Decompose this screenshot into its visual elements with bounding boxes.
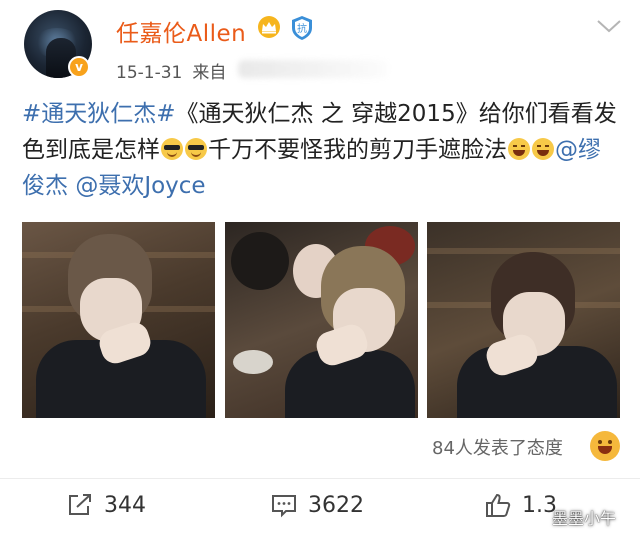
divider — [0, 478, 640, 479]
hashtag-link[interactable]: #通天狄仁杰# — [22, 101, 176, 127]
selfie-photo-3[interactable] — [427, 222, 620, 418]
photo-grid — [22, 222, 622, 418]
post-meta: 15-1-31 来自 — [116, 58, 226, 83]
svg-text:抗: 抗 — [297, 22, 307, 35]
share-button[interactable]: 344 — [66, 492, 146, 518]
share-icon — [69, 494, 91, 515]
laughing-tears-emoji — [532, 138, 554, 160]
reactions-summary[interactable]: 84人发表了态度 — [432, 434, 563, 460]
like-icon — [486, 493, 511, 517]
post-text-part2: 千万不要怪我的剪刀手遮脸法 — [208, 137, 507, 163]
shield-icon: 抗 — [292, 16, 312, 40]
comment-icon — [272, 495, 296, 518]
comment-count: 3622 — [308, 492, 364, 518]
username[interactable]: 任嘉伦Allen — [116, 14, 246, 48]
smiley-icon[interactable] — [590, 431, 620, 461]
watermark: 墨墨小午 — [552, 509, 617, 528]
verified-badge: v — [68, 56, 90, 78]
selfie-photo-2[interactable] — [225, 222, 418, 418]
cool-sunglasses-emoji — [161, 138, 183, 160]
post-timestamp: 15-1-31 — [116, 63, 183, 83]
action-bar: 344 3622 1.3 — [0, 492, 640, 538]
cool-sunglasses-emoji — [185, 138, 207, 160]
mention-link-2[interactable]: @聂欢Joyce — [75, 173, 205, 199]
post-header: v 任嘉伦Allen 抗 15-1-31 来自 — [0, 0, 640, 92]
friend-hair — [231, 232, 289, 290]
like-button[interactable]: 1.3 — [484, 492, 557, 518]
chevron-down-icon[interactable] — [596, 18, 622, 34]
comment-button[interactable]: 3622 — [270, 492, 364, 518]
post-source: 来自 — [192, 63, 227, 83]
crown-icon — [258, 16, 280, 38]
table-plate — [233, 350, 273, 374]
blurred-source — [238, 60, 388, 78]
share-count: 344 — [104, 492, 146, 518]
selfie-photo-1[interactable] — [22, 222, 215, 418]
post-text: #通天狄仁杰#《通天狄仁杰 之 穿越2015》给你们看看发色到底是怎样 千万不要怪… — [22, 96, 622, 204]
laughing-tears-emoji — [508, 138, 530, 160]
